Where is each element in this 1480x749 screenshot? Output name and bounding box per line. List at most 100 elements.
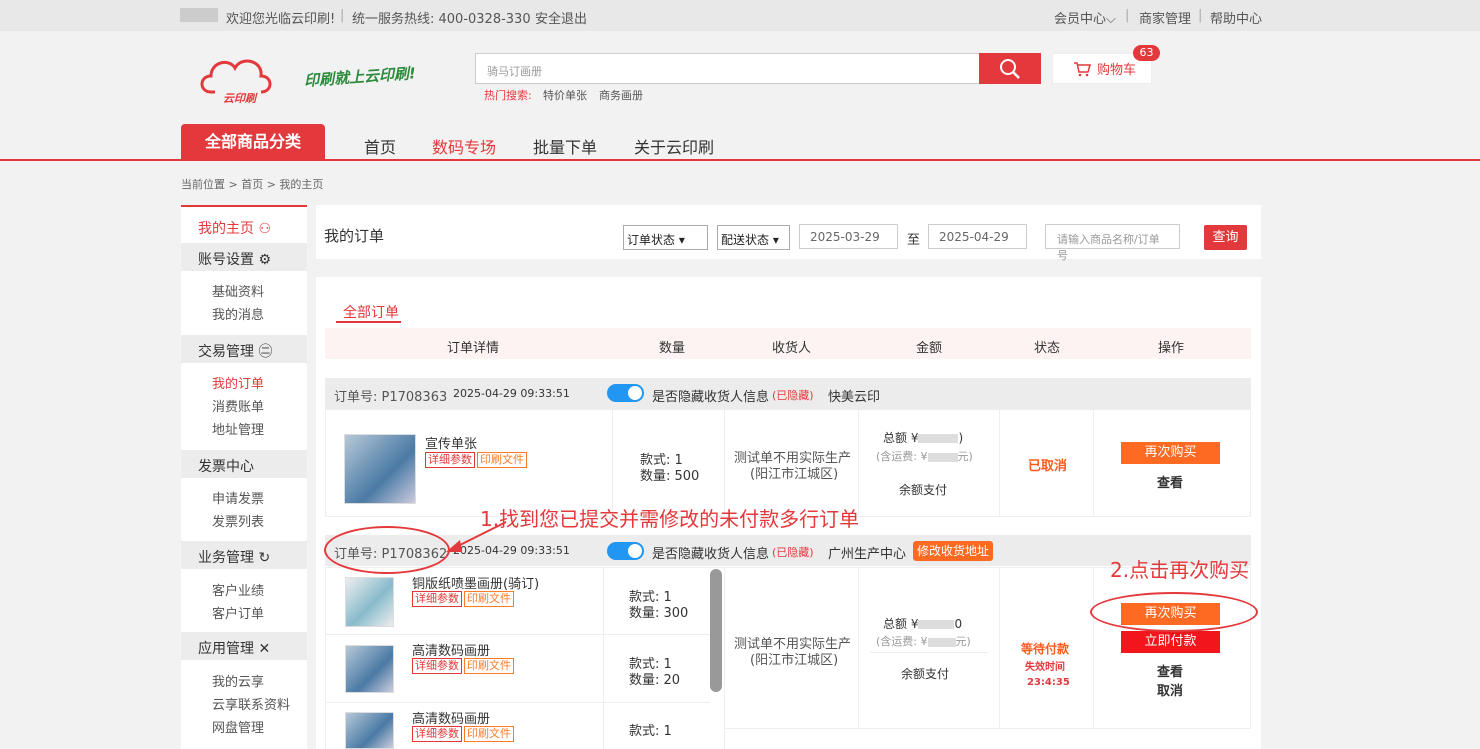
- sidebar-item-invoice-list[interactable]: 发票列表: [212, 511, 264, 530]
- hot-search-item[interactable]: 商务画册: [599, 87, 643, 103]
- print-file-tag[interactable]: 印刷文件: [464, 591, 514, 607]
- date-to-input[interactable]: 2025-04-29: [928, 224, 1027, 249]
- search-input[interactable]: 骑马订画册: [475, 53, 980, 84]
- column-header: 订单详情: [447, 341, 500, 356]
- sidebar-item-orders[interactable]: 我的订单: [212, 373, 264, 392]
- cart-count-badge: 63: [1133, 45, 1160, 61]
- column-divider: [603, 567, 604, 749]
- nav-batch-order[interactable]: 批量下单: [533, 134, 597, 158]
- print-file-tag[interactable]: 印刷文件: [477, 452, 527, 468]
- sidebar-section-label: 业务管理: [198, 550, 254, 566]
- nav-home[interactable]: 首页: [364, 134, 396, 158]
- sidebar-item-address[interactable]: 地址管理: [212, 419, 264, 438]
- freight-tail: 元): [955, 635, 971, 648]
- product-thumbnail[interactable]: [345, 577, 394, 627]
- chevron-down-icon: ▾: [678, 233, 685, 247]
- tab-all-orders[interactable]: 全部订单: [343, 302, 399, 322]
- detail-params-tag[interactable]: 详细参数: [412, 591, 462, 607]
- hide-receiver-toggle[interactable]: [607, 542, 644, 560]
- logo[interactable]: 云印刷: [197, 52, 277, 108]
- sidebar-item-label: 我的主页: [198, 221, 254, 237]
- help-center-link[interactable]: 帮助中心: [1210, 8, 1262, 27]
- sidebar-item-cloud[interactable]: 我的云享: [212, 671, 264, 690]
- nav-digital[interactable]: 数码专场: [432, 134, 496, 158]
- product-name[interactable]: 高清数码画册: [412, 708, 490, 727]
- order-status: 等待付款: [1021, 642, 1070, 656]
- pay-now-button[interactable]: 立即付款: [1121, 631, 1220, 653]
- total-label: 总额 ¥: [883, 617, 919, 631]
- shop-name: 广州生产中心: [828, 547, 907, 562]
- welcome-text: 欢迎您光临云印刷!: [226, 12, 336, 27]
- blurred-value: [918, 620, 955, 629]
- member-center-label: 会员中心: [1054, 12, 1107, 27]
- chevron-down-icon: ▾: [772, 233, 779, 247]
- sidebar-item-basic[interactable]: 基础资料: [212, 281, 264, 300]
- separator: |: [1125, 8, 1130, 23]
- edit-address-button[interactable]: 修改收货地址: [913, 541, 994, 561]
- sidebar-section-account[interactable]: 账号设置 ⚙: [181, 243, 307, 271]
- detail-params-tag[interactable]: 详细参数: [412, 658, 462, 674]
- hot-search-item[interactable]: 特价单张: [543, 87, 587, 103]
- product-thumbnail[interactable]: [345, 645, 394, 693]
- merchant-link[interactable]: 商家管理: [1139, 8, 1191, 27]
- rebuy-button[interactable]: 再次购买: [1121, 442, 1220, 464]
- sidebar-section-apps[interactable]: 应用管理 ✕: [181, 632, 307, 660]
- highlight-oval-rebuy: [1090, 592, 1258, 632]
- shop-name: 快美云印: [828, 390, 881, 405]
- sidebar-section-label: 账号设置: [198, 252, 254, 268]
- total-label: 总额 ¥: [883, 431, 919, 445]
- item-quantity: 数量: 20: [629, 673, 681, 688]
- receiver-region: (阳江市江城区): [750, 467, 839, 482]
- item-quantity: 数量: 500: [640, 469, 700, 484]
- scrollbar-thumb[interactable]: [710, 569, 722, 692]
- order-status-select[interactable]: 订单状态 ▾: [623, 225, 708, 250]
- sidebar-item-apply-invoice[interactable]: 申请发票: [212, 488, 264, 507]
- print-file-tag[interactable]: 印刷文件: [464, 658, 514, 674]
- all-categories-button[interactable]: 全部商品分类: [181, 124, 325, 160]
- column-header: 金额: [916, 341, 943, 356]
- hot-search-label: 热门搜索:: [484, 89, 532, 102]
- sidebar-section-label: 发票中心: [198, 459, 254, 475]
- sidebar-section-label: 交易管理: [198, 344, 254, 360]
- separator: |: [1198, 8, 1203, 23]
- product-name[interactable]: 高清数码画册: [412, 640, 490, 659]
- view-link[interactable]: 查看: [1157, 472, 1183, 491]
- product-thumbnail[interactable]: [344, 434, 416, 504]
- detail-params-tag[interactable]: 详细参数: [412, 726, 462, 742]
- sidebar-item-bills[interactable]: 消费账单: [212, 396, 264, 415]
- cart-label: 购物车: [1097, 63, 1137, 78]
- tools-icon: ✕: [258, 641, 271, 657]
- product-name[interactable]: 铜版纸喷墨画册(骑订): [412, 573, 539, 592]
- search-button[interactable]: [979, 53, 1041, 84]
- sidebar-item-client-orders[interactable]: 客户订单: [212, 603, 264, 622]
- hide-receiver-label: 是否隐藏收货人信息: [652, 390, 770, 405]
- sidebar-item-messages[interactable]: 我的消息: [212, 304, 264, 323]
- sidebar-section-business[interactable]: 业务管理 ↻: [181, 541, 307, 569]
- column-header: 状态: [1034, 341, 1061, 356]
- date-from-input[interactable]: 2025-03-29: [799, 224, 898, 249]
- sidebar-item-performance[interactable]: 客户业绩: [212, 580, 264, 599]
- hotline-text: 统一服务热线: 400-0328-330: [352, 12, 531, 27]
- member-center-link[interactable]: 会员中心⌵: [1054, 8, 1116, 27]
- tab-underline: [336, 321, 401, 323]
- sidebar-item-cloud-contacts[interactable]: 云享联系资料: [212, 694, 290, 713]
- sidebar-section-trade[interactable]: 交易管理 ㊁: [181, 335, 307, 363]
- hide-receiver-toggle[interactable]: [607, 384, 644, 402]
- sidebar-section-invoice[interactable]: 发票中心: [181, 450, 307, 478]
- query-button[interactable]: 查询: [1204, 225, 1247, 250]
- nav-about[interactable]: 关于云印刷: [634, 134, 714, 158]
- order-search-input[interactable]: 请输入商品名称/订单号: [1045, 224, 1180, 262]
- logout-link[interactable]: 安全退出: [535, 8, 587, 27]
- detail-params-tag[interactable]: 详细参数: [425, 452, 475, 468]
- cancel-link[interactable]: 取消: [1157, 680, 1183, 699]
- view-link[interactable]: 查看: [1157, 661, 1183, 680]
- sidebar-item-disk[interactable]: 网盘管理: [212, 717, 264, 736]
- sidebar-item-home[interactable]: 我的主页 ⚇: [198, 218, 271, 238]
- print-file-tag[interactable]: 印刷文件: [464, 726, 514, 742]
- delivery-status-select[interactable]: 配送状态 ▾: [717, 225, 790, 250]
- nav-divider: [0, 159, 1480, 161]
- product-thumbnail[interactable]: [345, 712, 394, 749]
- total-amount: 总额 ¥ 0: [883, 615, 962, 632]
- product-name[interactable]: 宣传单张: [425, 433, 477, 452]
- highlight-oval-order-number: [324, 526, 450, 574]
